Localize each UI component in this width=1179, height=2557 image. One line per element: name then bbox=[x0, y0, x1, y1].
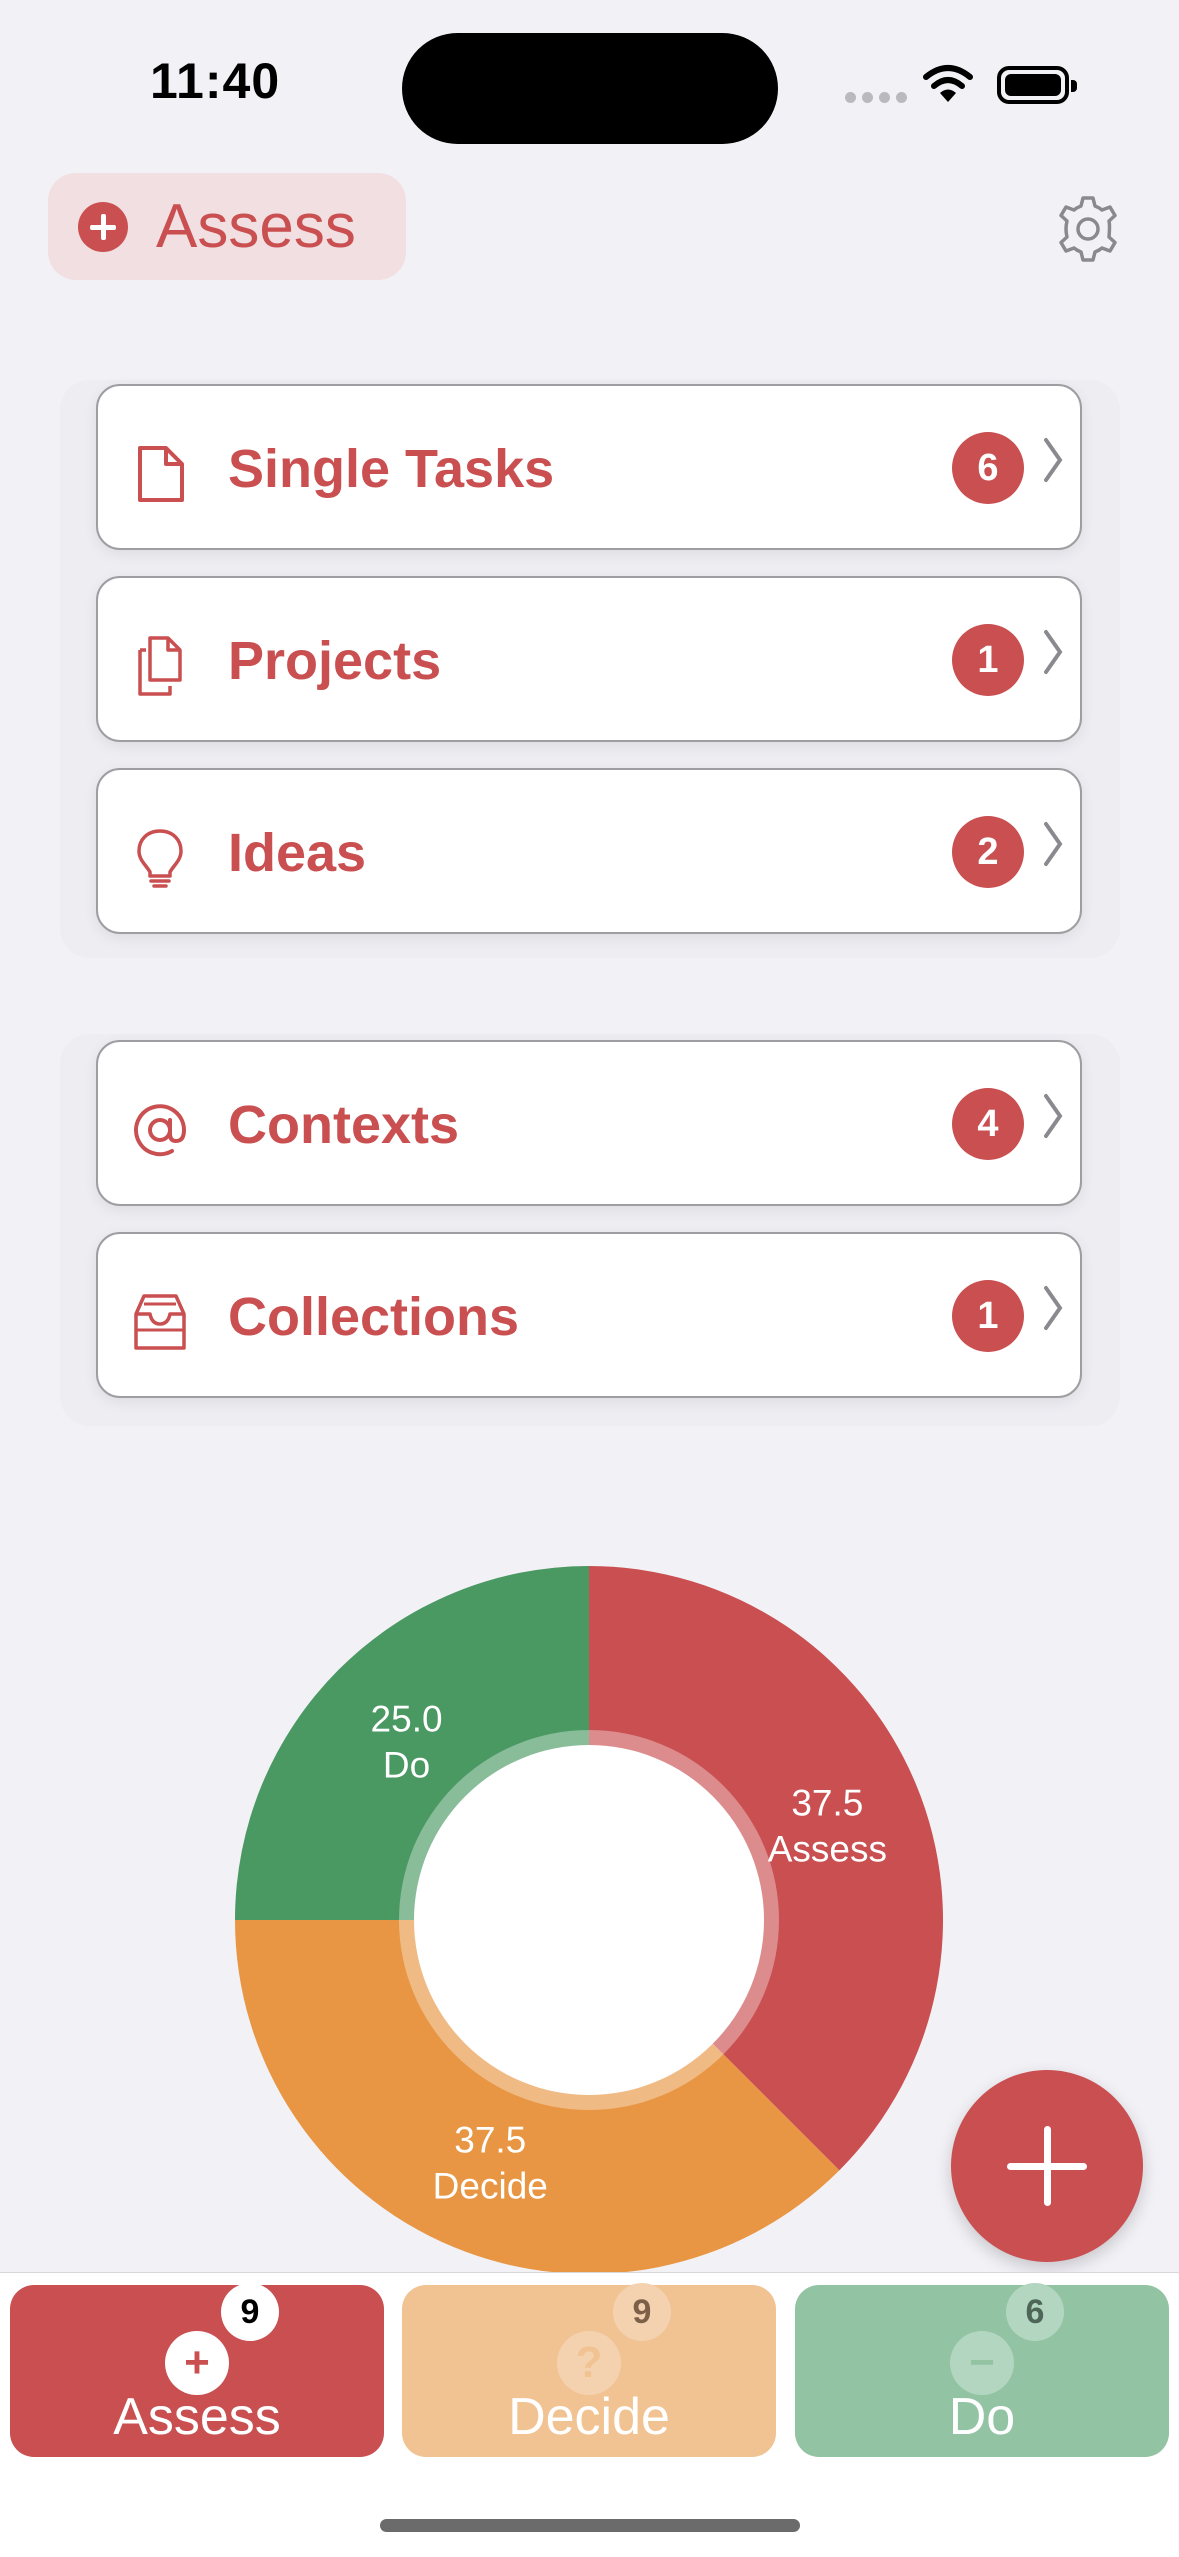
question-circle-icon: ? bbox=[557, 2331, 621, 2395]
projects-label: Projects bbox=[228, 631, 442, 691]
battery-icon bbox=[997, 66, 1077, 104]
donut-category-label-assess: Assess bbox=[768, 1828, 887, 1869]
ideas-row[interactable]: Ideas 2 bbox=[96, 768, 1082, 934]
document-icon bbox=[138, 446, 184, 502]
dynamic-island bbox=[402, 33, 778, 144]
status-donut-chart: 37.5 Assess 37.5 Decide 25.0 Do bbox=[235, 1566, 943, 2274]
single-tasks-count-badge: 6 bbox=[952, 432, 1024, 504]
single-tasks-row[interactable]: Single Tasks 6 bbox=[96, 384, 1082, 550]
chevron-right-icon bbox=[1044, 1094, 1063, 1138]
wifi-icon bbox=[923, 65, 973, 102]
collections-count-badge: 1 bbox=[952, 1280, 1024, 1352]
donut-hole bbox=[414, 1745, 764, 2095]
add-task-button[interactable] bbox=[951, 2070, 1143, 2262]
tab-assess-label: Assess bbox=[113, 2388, 281, 2446]
donut-category-label-do: Do bbox=[383, 1745, 430, 1786]
tab-do-badge: 6 bbox=[1006, 2283, 1064, 2341]
chevron-right-icon bbox=[1044, 1286, 1063, 1330]
home-indicator bbox=[380, 2519, 800, 2532]
contexts-count-badge: 4 bbox=[952, 1088, 1024, 1160]
chevron-right-icon bbox=[1044, 822, 1063, 866]
contexts-label: Contexts bbox=[228, 1095, 460, 1155]
lightbulb-icon bbox=[137, 829, 183, 888]
ideas-label: Ideas bbox=[228, 823, 367, 883]
tab-assess[interactable]: + 9 Assess bbox=[10, 2283, 384, 2457]
tab-do-label: Do bbox=[948, 2388, 1016, 2446]
lists-section-tasks: Single Tasks 6 Projects 1 Ideas 2 bbox=[60, 380, 1120, 958]
tab-decide-badge: 9 bbox=[613, 2283, 671, 2341]
tab-assess-badge: 9 bbox=[221, 2283, 279, 2341]
projects-row[interactable]: Projects 1 bbox=[96, 576, 1082, 742]
donut-value-label-do: 25.0 bbox=[371, 1699, 443, 1740]
donut-value-label-decide: 37.5 bbox=[454, 2119, 526, 2160]
assess-filter-label: Assess bbox=[156, 192, 356, 261]
assess-filter-button[interactable]: Assess bbox=[48, 173, 406, 280]
chevron-right-icon bbox=[1044, 438, 1063, 482]
documents-icon bbox=[138, 636, 182, 696]
lists-section-organize: Contexts 4 Collections 1 bbox=[60, 1034, 1120, 1426]
status-time: 11:40 bbox=[150, 53, 281, 109]
cellular-signal-icon bbox=[845, 92, 907, 103]
plus-circle-icon: + bbox=[165, 2331, 229, 2395]
contexts-row[interactable]: Contexts 4 bbox=[96, 1040, 1082, 1206]
tab-do[interactable]: − 6 Do bbox=[795, 2283, 1169, 2457]
collections-label: Collections bbox=[228, 1287, 520, 1347]
donut-category-label-decide: Decide bbox=[433, 2165, 548, 2206]
collections-row[interactable]: Collections 1 bbox=[96, 1232, 1082, 1398]
tab-decide[interactable]: ? 9 Decide bbox=[402, 2283, 776, 2457]
tab-decide-label: Decide bbox=[508, 2388, 670, 2446]
gear-icon[interactable] bbox=[1052, 193, 1124, 265]
single-tasks-label: Single Tasks bbox=[228, 439, 555, 499]
tray-icon bbox=[134, 1294, 186, 1350]
at-icon bbox=[134, 1104, 187, 1157]
tab-bar: + 9 Assess ? 9 Decide − 6 Do bbox=[0, 2272, 1179, 2557]
ideas-count-badge: 2 bbox=[952, 816, 1024, 888]
donut-value-label-assess: 37.5 bbox=[791, 1782, 863, 1823]
plus-circle-icon bbox=[78, 201, 128, 252]
minus-circle-icon: − bbox=[950, 2331, 1014, 2395]
chevron-right-icon bbox=[1044, 630, 1063, 674]
projects-count-badge: 1 bbox=[952, 624, 1024, 696]
